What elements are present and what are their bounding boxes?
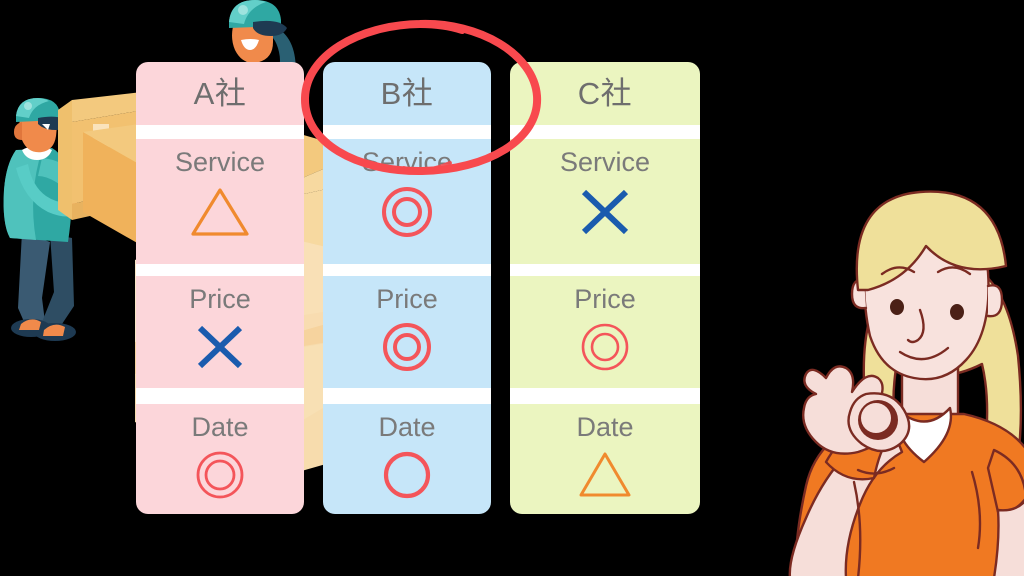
header-label-a: A社 <box>193 76 247 111</box>
cell-label: Price <box>376 284 438 314</box>
row-divider <box>510 264 700 276</box>
screenshot-canvas: A社 B社 C社 Service Service Service Price P… <box>0 0 1024 576</box>
cell-label: Date <box>378 412 436 442</box>
table-cell-date-a: Date <box>136 404 304 514</box>
triangle-icon <box>576 449 634 501</box>
cell-label: Price <box>574 284 636 314</box>
double-circle-icon <box>576 321 634 373</box>
table-cell-service-a: Service <box>136 139 304 264</box>
comparison-table: A社 B社 C社 Service Service Service Price P… <box>136 62 700 540</box>
woman-ok-gesture-illustration <box>788 190 1024 576</box>
row-divider <box>136 125 304 139</box>
cell-label: Service <box>559 147 651 177</box>
header-label-b: B社 <box>380 76 434 111</box>
table-cell-service-c: Service <box>510 139 700 264</box>
cell-label: Date <box>191 412 249 442</box>
table-cell-price-a: Price <box>136 276 304 388</box>
cross-icon <box>191 321 249 373</box>
circle-icon <box>378 449 436 501</box>
row-divider <box>323 264 491 276</box>
triangle-icon <box>189 184 251 240</box>
cell-label: Price <box>189 284 251 314</box>
double-circle-icon <box>191 449 249 501</box>
table-header-b: B社 <box>323 62 491 125</box>
row-divider <box>323 125 491 139</box>
cell-label: Date <box>576 412 634 442</box>
table-header-c: C社 <box>510 62 700 125</box>
double-circle-icon <box>378 321 436 373</box>
table-cell-service-b: Service <box>323 139 491 264</box>
table-header-a: A社 <box>136 62 304 125</box>
table-cell-date-c: Date <box>510 404 700 514</box>
cell-label: Service <box>361 147 453 177</box>
row-divider <box>136 264 304 276</box>
table-cell-date-b: Date <box>323 404 491 514</box>
header-label-c: C社 <box>577 76 633 111</box>
cell-label: Service <box>174 147 266 177</box>
table-cell-price-c: Price <box>510 276 700 388</box>
row-divider <box>136 388 304 404</box>
row-divider <box>323 388 491 404</box>
table-cell-price-b: Price <box>323 276 491 388</box>
row-divider <box>510 388 700 404</box>
double-circle-icon <box>376 184 438 240</box>
cross-icon <box>574 184 636 240</box>
row-divider <box>510 125 700 139</box>
